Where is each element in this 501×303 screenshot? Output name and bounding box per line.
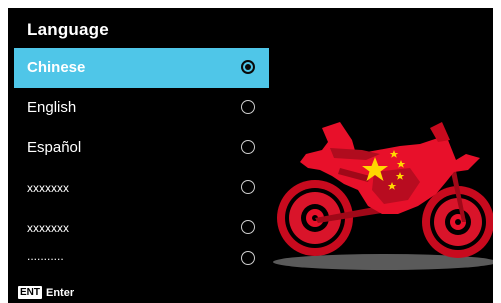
language-option-label: xxxxxxx — [27, 181, 69, 195]
motorcycle-flag-illustration — [273, 122, 493, 270]
radio-unselected-icon[interactable] — [241, 100, 255, 114]
language-option-english[interactable]: English — [14, 88, 269, 128]
radio-unselected-icon[interactable] — [241, 220, 255, 234]
radio-selected-icon[interactable] — [241, 60, 255, 74]
language-option-label: Español — [27, 139, 82, 156]
language-screen: Language Chinese English Español xxxxxxx… — [8, 8, 493, 303]
language-option-placeholder-2[interactable]: xxxxxxx — [14, 208, 269, 248]
language-option-label: ........... — [27, 249, 64, 263]
language-option-label: English — [27, 99, 77, 116]
language-list: Chinese English Español xxxxxxx xxxxxxx … — [14, 48, 269, 272]
enter-hint-label: Enter — [46, 286, 75, 299]
language-option-chinese[interactable]: Chinese — [14, 48, 269, 88]
radio-unselected-icon[interactable] — [241, 180, 255, 194]
footer-hint: ENT Enter — [18, 286, 74, 299]
page-title: Language — [27, 20, 109, 39]
language-option-more[interactable]: ........... — [14, 248, 269, 272]
radio-unselected-icon[interactable] — [241, 140, 255, 154]
language-option-placeholder-1[interactable]: xxxxxxx — [14, 168, 269, 208]
language-option-espanol[interactable]: Español — [14, 128, 269, 168]
language-option-label: Chinese — [27, 59, 86, 76]
language-option-label: xxxxxxx — [27, 221, 69, 235]
enter-key-icon: ENT — [18, 286, 42, 299]
radio-unselected-icon[interactable] — [241, 251, 255, 265]
